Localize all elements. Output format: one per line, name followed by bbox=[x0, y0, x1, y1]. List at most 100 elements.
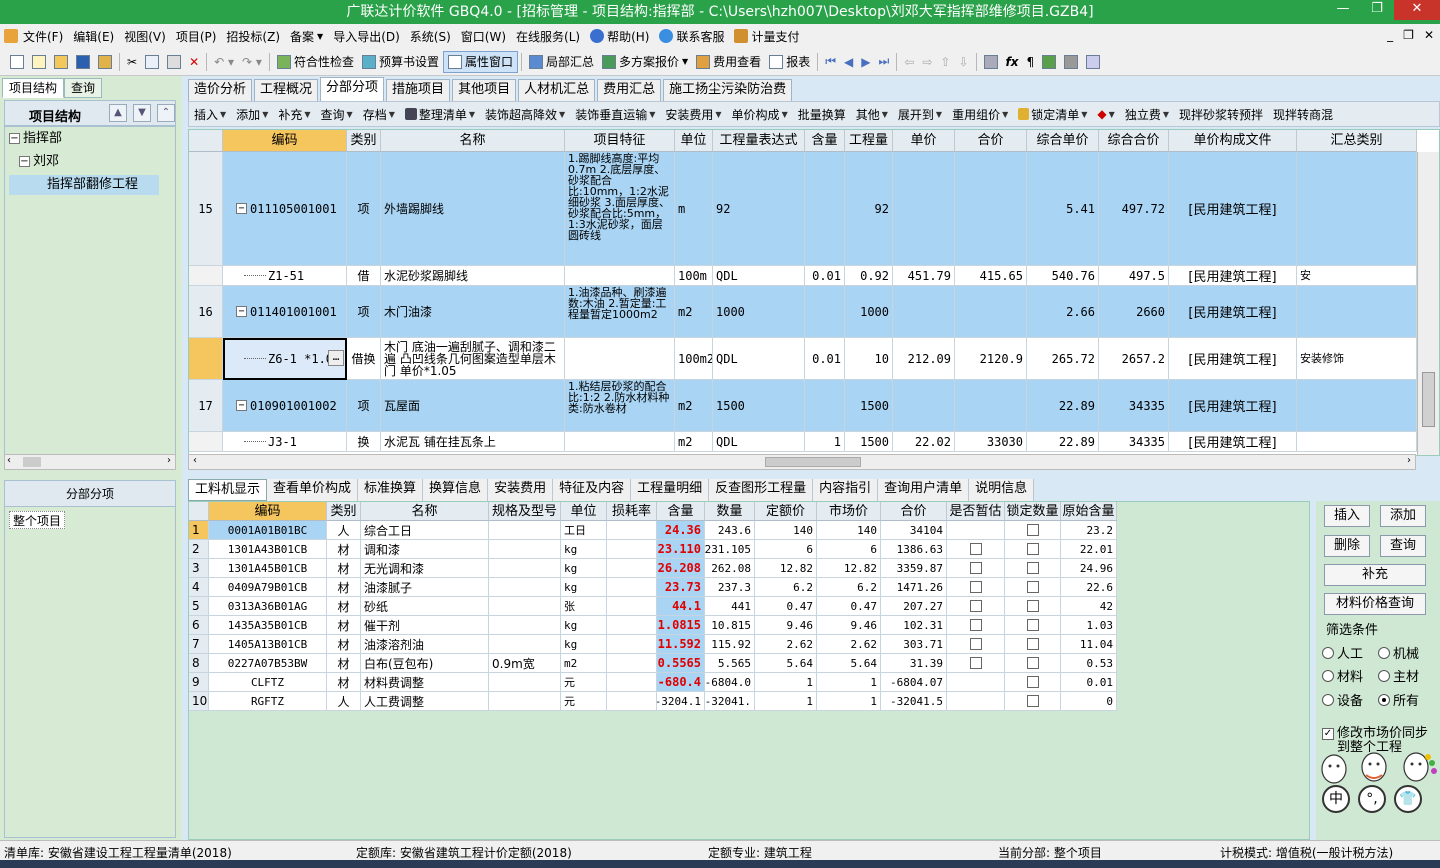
grid-icon[interactable] bbox=[1082, 51, 1104, 73]
bottom-tab-5[interactable]: 特征及内容 bbox=[553, 479, 632, 501]
menu-import-export[interactable]: 导入导出(D) bbox=[328, 28, 405, 45]
checkbox[interactable] bbox=[969, 543, 982, 555]
mdi-restore-icon[interactable]: ❐ bbox=[1403, 28, 1414, 42]
bill-item-row[interactable]: 15−011105001001 项外墙踢脚线 1.踢脚线高度:平均0.7m 2.底层… bbox=[189, 152, 1417, 266]
material-cell-content[interactable]: 23.110 bbox=[657, 540, 705, 559]
material-cell-est[interactable] bbox=[947, 521, 1005, 540]
cell-code[interactable]: J3-1 bbox=[223, 432, 347, 452]
material-cell-lock[interactable] bbox=[1005, 540, 1061, 559]
subtool-3[interactable]: 查询 ▼ bbox=[316, 106, 358, 123]
tab-3[interactable]: 措施项目 bbox=[386, 79, 451, 101]
paint-icon[interactable]: ◆ ▼ bbox=[1092, 107, 1119, 121]
ime-skin-icon[interactable]: 👕 bbox=[1394, 785, 1422, 813]
material-cell-est[interactable] bbox=[947, 578, 1005, 597]
quota-row[interactable]: J3-1 换水泥瓦 铺在挂瓦条上 m2 QDL 1 1500 22.02 33030 22.89… bbox=[189, 432, 1417, 452]
material-cell-lock[interactable] bbox=[1005, 616, 1061, 635]
material-row[interactable]: 6 1435A35B01CB 材催干剂 kg 1.0815 10.815 9.46 9.46 1… bbox=[189, 616, 1117, 635]
query-button[interactable]: 查询 bbox=[1380, 535, 1426, 557]
subtool-13[interactable]: 重用组价 ▼ bbox=[947, 106, 1013, 123]
bottom-tab-1[interactable]: 查看单价构成 bbox=[267, 479, 359, 501]
material-cell-content[interactable]: -3204.1 bbox=[657, 692, 705, 711]
insert-button[interactable]: 插入 bbox=[1324, 505, 1370, 527]
material-cell-lock[interactable] bbox=[1005, 635, 1061, 654]
tab-2[interactable]: 分部分项 bbox=[320, 77, 385, 101]
check-button[interactable]: 符合性检查 bbox=[273, 51, 358, 73]
add-button[interactable]: 添加 bbox=[1380, 505, 1426, 527]
move-up-button[interactable]: ▲ bbox=[109, 104, 127, 122]
material-cell-lock[interactable] bbox=[1005, 673, 1061, 692]
cell-name[interactable]: 木门油漆 bbox=[381, 286, 565, 338]
material-cell-lock[interactable] bbox=[1005, 692, 1061, 711]
checkbox[interactable] bbox=[1026, 524, 1039, 536]
attr-window-button[interactable]: 属性窗口 bbox=[442, 50, 518, 73]
material-cell-mprice[interactable]: 1 bbox=[817, 692, 881, 711]
material-cell-content[interactable]: 44.1 bbox=[657, 597, 705, 616]
left-hscrollbar[interactable]: ‹ › bbox=[4, 454, 176, 470]
material-cell-est[interactable] bbox=[947, 597, 1005, 616]
bottom-tab-6[interactable]: 工程量明细 bbox=[631, 479, 710, 501]
material-row[interactable]: 1 0001A01B01BC 人综合工日 工日 24.36 243.6 140 140 3410… bbox=[189, 521, 1117, 540]
material-cell-mprice[interactable]: 140 bbox=[817, 521, 881, 540]
subtool-16[interactable]: 现拌砂浆转预拌 bbox=[1174, 106, 1268, 123]
checkbox[interactable] bbox=[1026, 543, 1039, 555]
material-cell-est[interactable] bbox=[947, 540, 1005, 559]
material-row[interactable]: 10 RGFTZ 人人工费调整元 -3204.1 -32041. 1 1 -32041.5 0 bbox=[189, 692, 1117, 711]
bill-item-row[interactable]: 16−011401001001 项木门油漆 1.油漆品种、刷漆遍数:木油 2.暂定量… bbox=[189, 286, 1417, 338]
tab-project-structure[interactable]: 项目结构 bbox=[2, 78, 65, 98]
undo-icon[interactable]: ↶ ▾ bbox=[210, 51, 238, 73]
delete-button[interactable]: 删除 bbox=[1324, 535, 1370, 557]
cell-expr[interactable]: QDL bbox=[713, 266, 805, 286]
material-row[interactable]: 8 0227A07B53BW 材白布(豆包布) 0.9m宽 m2 0.5565 5.565 5… bbox=[189, 654, 1117, 673]
cell-code[interactable]: Z1-51 bbox=[223, 266, 347, 286]
checkbox[interactable] bbox=[969, 638, 982, 650]
material-cell-est[interactable] bbox=[947, 673, 1005, 692]
cell-name[interactable]: 外墙踢脚线 bbox=[381, 152, 565, 266]
cell-expr[interactable]: 92 bbox=[713, 152, 805, 266]
filter-main-material[interactable]: 主材 bbox=[1378, 666, 1419, 685]
cell-name[interactable]: 水泥瓦 铺在挂瓦条上 bbox=[381, 432, 565, 452]
calculator-icon[interactable] bbox=[980, 51, 1002, 73]
checkbox[interactable] bbox=[1026, 638, 1039, 650]
cell-name[interactable]: 瓦屋面 bbox=[381, 380, 565, 432]
new-project-icon[interactable] bbox=[28, 51, 50, 73]
cell-expr[interactable]: QDL bbox=[713, 432, 805, 452]
filter-equipment[interactable]: 设备 bbox=[1322, 690, 1363, 709]
menu-record[interactable]: 备案 ▼ bbox=[285, 28, 328, 45]
main-vscrollbar[interactable] bbox=[1417, 152, 1439, 455]
material-cell-mprice[interactable]: 12.82 bbox=[817, 559, 881, 578]
collapse-icon[interactable]: − bbox=[19, 156, 30, 167]
material-row[interactable]: 2 1301A43B01CB 材调和漆 kg 23.110 231.105 6 6 1386.6… bbox=[189, 540, 1117, 559]
subtool-1[interactable]: 添加 ▼ bbox=[231, 106, 273, 123]
material-cell-mprice[interactable]: 0.47 bbox=[817, 597, 881, 616]
subtool-11[interactable]: 其他 ▼ bbox=[851, 106, 893, 123]
prev-icon[interactable]: ◀ bbox=[840, 51, 857, 73]
cell-expr[interactable]: 1000 bbox=[713, 286, 805, 338]
tab-5[interactable]: 人材机汇总 bbox=[518, 79, 596, 101]
first-icon[interactable]: ⏮ bbox=[821, 51, 840, 73]
material-cell-lock[interactable] bbox=[1005, 559, 1061, 578]
subtool-12[interactable]: 展开到 ▼ bbox=[893, 106, 947, 123]
folder-icon[interactable] bbox=[94, 51, 116, 73]
cut-icon[interactable]: ✂ bbox=[123, 51, 141, 73]
material-cell-content[interactable]: 24.36 bbox=[657, 521, 705, 540]
multi-report-button[interactable]: 多方案报价 ▼ bbox=[598, 51, 692, 73]
new-icon[interactable] bbox=[6, 51, 28, 73]
copy-icon[interactable] bbox=[141, 51, 163, 73]
material-cell-mprice[interactable]: 1 bbox=[817, 673, 881, 692]
checkbox[interactable] bbox=[969, 657, 982, 669]
next-icon[interactable]: ▶ bbox=[857, 51, 874, 73]
tree-node-hq[interactable]: − 指挥部 bbox=[9, 129, 62, 149]
ellipsis-button[interactable]: … bbox=[328, 350, 344, 366]
cell-name[interactable]: 木门 底油一遍刮腻子、调和漆二遍 凸凹线条几何图案造型单层木门 单价*1.05 bbox=[381, 338, 565, 380]
menu-edit[interactable]: 编辑(E) bbox=[68, 28, 119, 45]
material-cell-mprice[interactable]: 2.62 bbox=[817, 635, 881, 654]
subtool-0[interactable]: 插入 ▼ bbox=[189, 106, 231, 123]
cell-code[interactable]: −011401001001 bbox=[223, 286, 347, 338]
material-cell-content[interactable]: 1.0815 bbox=[657, 616, 705, 635]
bottom-tab-2[interactable]: 标准换算 bbox=[358, 479, 424, 501]
quota-row[interactable]: Z6-1 *1.05… 借换 木门 底油一遍刮腻子、调和漆二遍 凸凹线条几何图案造型… bbox=[189, 338, 1417, 380]
material-row[interactable]: 5 0313A36B01AG 材砂纸张 44.1 441 0.47 0.47 207.27 42 bbox=[189, 597, 1117, 616]
move-down-icon[interactable]: ⇩ bbox=[954, 51, 972, 73]
ime-punct-icon[interactable]: °, bbox=[1358, 785, 1386, 813]
filter-machine[interactable]: 机械 bbox=[1378, 643, 1419, 662]
